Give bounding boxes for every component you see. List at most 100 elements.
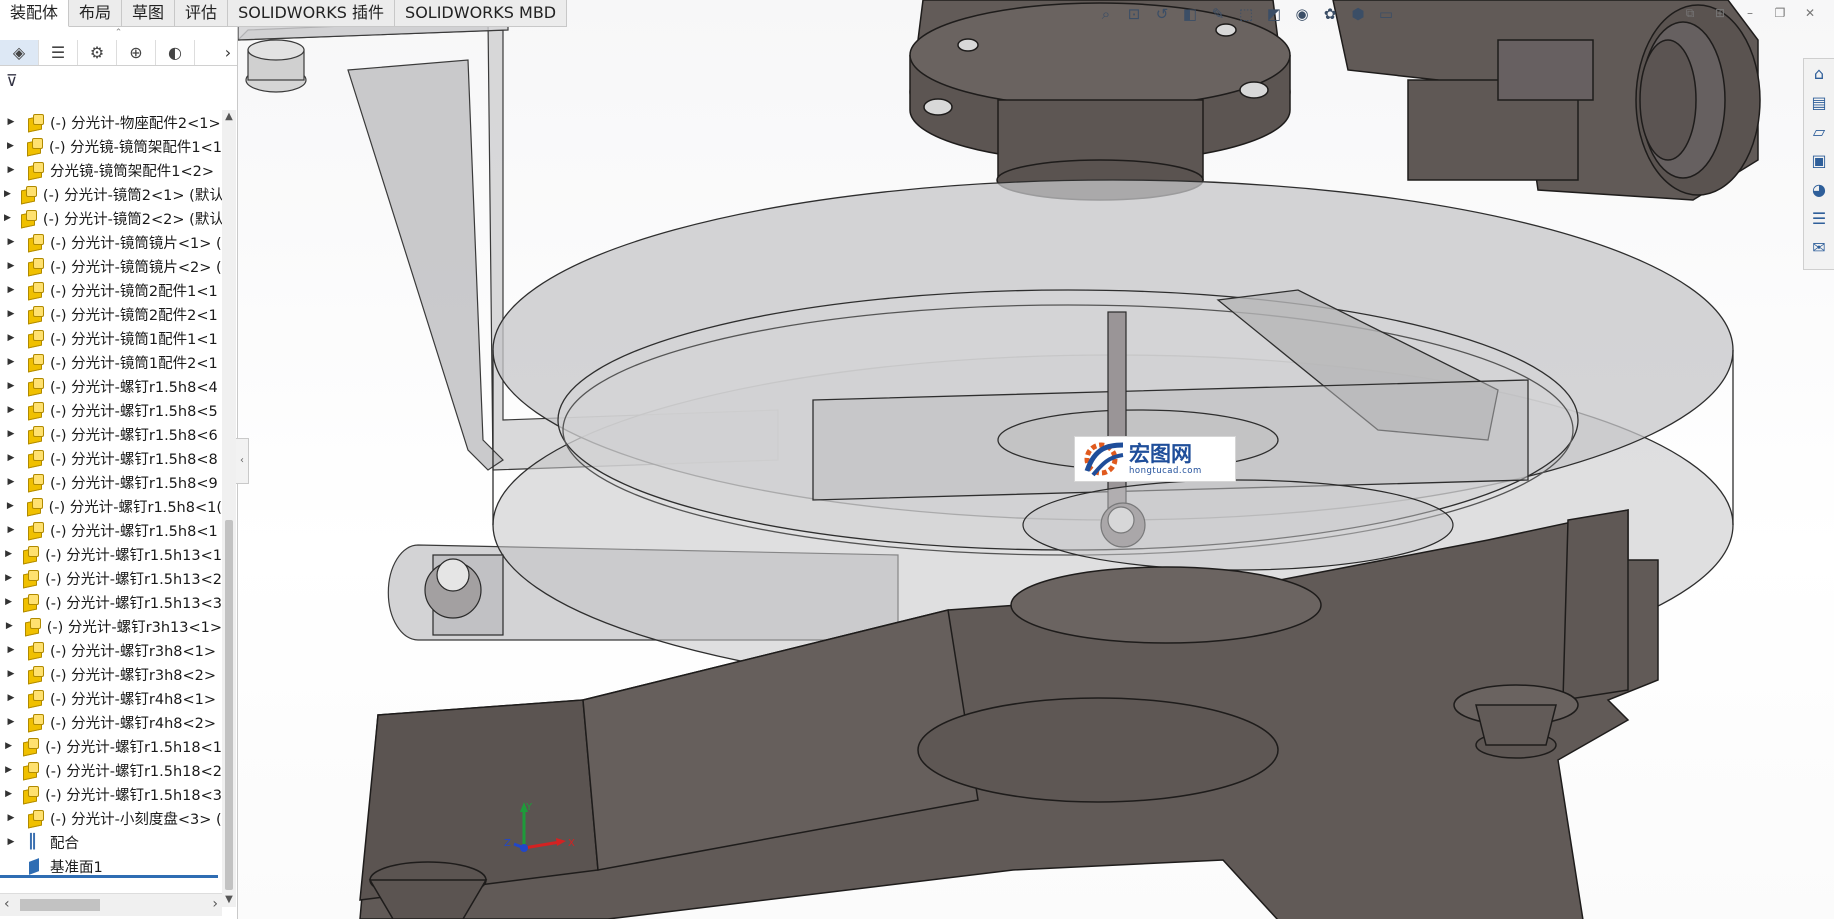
filter-icon[interactable]: ⊽ (6, 71, 18, 90)
scroll-thumb[interactable] (225, 520, 233, 890)
expand-arrow-icon[interactable]: ▶ (4, 765, 13, 775)
file-explorer-icon[interactable]: ▱ (1804, 117, 1834, 146)
tree-item[interactable]: ▶ 分光镜-镜筒架配件1<2> (0, 158, 222, 182)
restore-down-icon[interactable]: ⧉ (1682, 6, 1698, 20)
tree-item[interactable]: ▶ (-) 分光镜-镜筒架配件1<1 (0, 134, 222, 158)
tree-item[interactable]: ▶ (-) 分光计-物座配件2<1> (0, 110, 222, 134)
tree-item[interactable]: ▶ (-) 分光计-螺钉r1.5h18<1 (0, 734, 222, 758)
display-style-icon[interactable]: ◩ (1263, 4, 1285, 24)
tree-item[interactable]: ▶ (-) 分光计-螺钉r1.5h8<6 (0, 422, 222, 446)
dimxpert-tab-icon[interactable]: ⊕ (117, 39, 156, 65)
tree-item[interactable]: ▶ (-) 分光计-螺钉r4h8<1> (0, 686, 222, 710)
expand-arrow-icon[interactable]: ▶ (4, 669, 18, 679)
expand-arrow-icon[interactable]: ▶ (4, 141, 17, 151)
tab-5[interactable]: SOLIDWORKS MBD (395, 0, 568, 27)
tree-item[interactable]: ▶ (-) 分光计-螺钉r1.5h8<4 (0, 374, 222, 398)
scroll-down-icon[interactable]: ▼ (222, 893, 236, 907)
expand-arrow-icon[interactable]: ▶ (4, 645, 18, 655)
expand-arrow-icon[interactable]: ▶ (4, 573, 13, 583)
scroll-up-icon[interactable]: ▲ (222, 110, 236, 124)
expand-arrow-icon[interactable]: ▶ (4, 165, 18, 175)
expand-arrow-icon[interactable]: ▶ (4, 237, 18, 247)
expand-arrow-icon[interactable]: ▶ (4, 261, 18, 271)
tree-item[interactable]: ▶ (-) 分光计-螺钉r1.5h8<1( (0, 494, 222, 518)
close-icon[interactable]: ✕ (1802, 6, 1818, 20)
expand-arrow-icon[interactable]: ▶ (4, 381, 18, 391)
expand-arrow-icon[interactable]: ▶ (4, 309, 18, 319)
tree-item[interactable]: ▶ (-) 分光计-螺钉r1.5h13<3 (0, 590, 222, 614)
expand-arrow-icon[interactable]: ▶ (4, 789, 13, 799)
expand-arrow-icon[interactable]: ▶ (4, 621, 15, 631)
tab-1[interactable]: 布局 (69, 0, 123, 27)
tree-item[interactable]: ▶ (-) 分光计-镜筒镜片<1> ( (0, 230, 222, 254)
chevron-left-icon[interactable]: ‹ (4, 896, 10, 912)
dynamic-annotation-icon[interactable]: ✎ (1207, 4, 1229, 24)
expand-arrow-icon[interactable]: ▶ (4, 405, 18, 415)
tree-item[interactable]: ▶ (-) 分光计-螺钉r1.5h13<1 (0, 542, 222, 566)
edit-appearance-icon[interactable]: ✿ (1319, 4, 1341, 24)
tree-item[interactable]: ▶ (-) 分光计-镜筒2配件1<1 (0, 278, 222, 302)
tree-item[interactable]: ▶ (-) 分光计-镜筒2配件2<1 (0, 302, 222, 326)
expand-arrow-icon[interactable]: ▶ (4, 525, 18, 535)
tree-item[interactable]: 基准面1 (0, 854, 222, 876)
expand-arrow-icon[interactable]: ▶ (4, 453, 18, 463)
tree-item[interactable]: ▶ (-) 分光计-螺钉r4h8<2> (0, 710, 222, 734)
expand-arrow-icon[interactable]: ▶ (4, 741, 13, 751)
zoom-to-fit-icon[interactable]: ⌕ (1095, 4, 1117, 24)
tab-4[interactable]: SOLIDWORKS 插件 (228, 0, 396, 27)
tree-item[interactable]: ▶ (-) 分光计-螺钉r1.5h13<2 (0, 566, 222, 590)
tree-item[interactable]: ▶ 配合 (0, 830, 222, 854)
tree-item[interactable]: ▶ (-) 分光计-镜筒2<1> (默认 (0, 182, 222, 206)
previous-view-icon[interactable]: ↺ (1151, 4, 1173, 24)
tree-item[interactable]: ▶ (-) 分光计-小刻度盘<3> ( (0, 806, 222, 830)
display-manager-tab-icon[interactable]: ◐ (156, 39, 195, 65)
tree-item[interactable]: ▶ (-) 分光计-螺钉r1.5h8<9 (0, 470, 222, 494)
configuration-manager-tab-icon[interactable]: ⚙ (78, 39, 117, 65)
custom-properties-icon[interactable]: ☰ (1804, 204, 1834, 233)
expand-arrow-icon[interactable]: ▶ (4, 717, 18, 727)
expand-arrow-icon[interactable]: ▶ (4, 117, 18, 127)
apply-scene-icon[interactable]: ⬢ (1347, 4, 1369, 24)
expand-arrow-icon[interactable]: ▶ (4, 813, 18, 823)
minimize-icon[interactable]: – (1742, 6, 1758, 20)
tree-item[interactable]: ▶ (-) 分光计-螺钉r3h8<1> (0, 638, 222, 662)
chevron-right-icon[interactable]: › (219, 43, 237, 62)
chevron-right-icon[interactable]: › (212, 896, 218, 912)
tree-item[interactable]: ▶ (-) 分光计-镜筒镜片<2> ( (0, 254, 222, 278)
zoom-to-area-icon[interactable]: ⊡ (1123, 4, 1145, 24)
tree-item[interactable]: ▶ (-) 分光计-螺钉r1.5h8<5 (0, 398, 222, 422)
view-settings-icon[interactable]: ▭ (1375, 4, 1397, 24)
view-palette-icon[interactable]: ▣ (1804, 146, 1834, 175)
expand-arrow-icon[interactable]: ▶ (4, 501, 17, 511)
expand-arrow-icon[interactable]: ▶ (4, 213, 11, 223)
tree-item[interactable]: ▶ (-) 分光计-螺钉r3h13<1> (0, 614, 222, 638)
tile-icon[interactable]: ⊞ (1712, 6, 1728, 20)
feature-manager-tab-icon[interactable]: ◈ (0, 39, 39, 65)
expand-arrow-icon[interactable]: ▶ (4, 189, 11, 199)
tree-item[interactable]: ▶ (-) 分光计-螺钉r1.5h18<3 (0, 782, 222, 806)
view-orientation-icon[interactable]: ⬚ (1235, 4, 1257, 24)
expand-arrow-icon[interactable]: ▶ (4, 597, 13, 607)
tree-item[interactable]: ▶ (-) 分光计-螺钉r1.5h8<1 (0, 518, 222, 542)
appearances-icon[interactable]: ◕ (1804, 175, 1834, 204)
tree-item[interactable]: ▶ (-) 分光计-螺钉r1.5h18<2 (0, 758, 222, 782)
graphics-viewport[interactable]: ⌕ ⊡ ↺ ◧ ✎ ⬚ ◩ ◉ ✿ ⬢ ▭ ⧉ ⊞ – ❐ ✕ ⌂ ▤ ▱ ▣ … (238, 0, 1834, 919)
tree-item[interactable]: ▶ (-) 分光计-螺钉r1.5h8<8 (0, 446, 222, 470)
tree-item[interactable]: ▶ (-) 分光计-镜筒1配件1<1 (0, 326, 222, 350)
design-library-icon[interactable]: ▤ (1804, 88, 1834, 117)
expand-arrow-icon[interactable]: ▶ (4, 477, 18, 487)
hide-show-items-icon[interactable]: ◉ (1291, 4, 1313, 24)
home-icon[interactable]: ⌂ (1804, 59, 1834, 88)
maximize-icon[interactable]: ❐ (1772, 6, 1788, 20)
expand-arrow-icon[interactable]: ▶ (4, 357, 18, 367)
forum-icon[interactable]: ✉ (1804, 233, 1834, 262)
expand-arrow-icon[interactable]: ▶ (4, 837, 18, 847)
tree-item[interactable]: ▶ (-) 分光计-镜筒1配件2<1 (0, 350, 222, 374)
tree-item[interactable]: ▶ (-) 分光计-镜筒2<2> (默认 (0, 206, 222, 230)
tree-item[interactable]: ▶ (-) 分光计-螺钉r3h8<2> (0, 662, 222, 686)
property-manager-tab-icon[interactable]: ☰ (39, 39, 78, 65)
tree-vertical-scrollbar[interactable]: ▲ ▼ (222, 110, 236, 907)
expand-arrow-icon[interactable]: ▶ (4, 285, 18, 295)
expand-arrow-icon[interactable]: ▶ (4, 549, 13, 559)
tab-3[interactable]: 评估 (175, 0, 229, 27)
